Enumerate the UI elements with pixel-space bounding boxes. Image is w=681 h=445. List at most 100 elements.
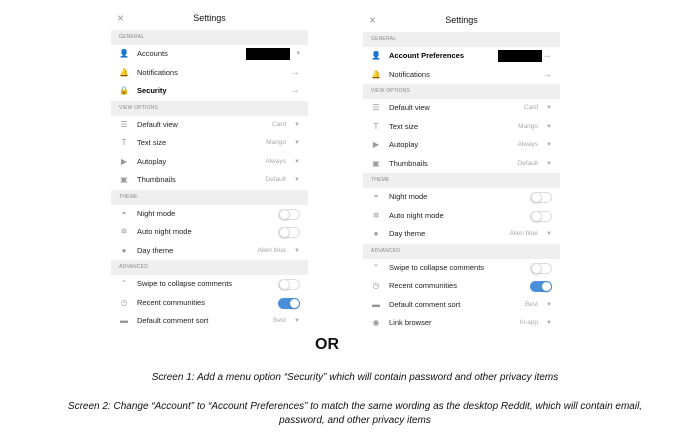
- setting-label: Security: [137, 86, 167, 95]
- setting-row-notifications[interactable]: 🔔 Notifications →: [111, 64, 308, 83]
- setting-label: Recent communities: [389, 281, 457, 290]
- collapse-icon: ⌃: [372, 262, 380, 272]
- setting-row-default-view[interactable]: ☰ Default view Card ▼: [111, 116, 308, 135]
- user-icon: 👤: [119, 49, 129, 58]
- setting-value[interactable]: Mango: [266, 134, 286, 153]
- play-icon: ▶: [120, 156, 128, 166]
- chevron-down-icon[interactable]: ▼: [546, 155, 552, 174]
- setting-row-auto-night-mode[interactable]: ✲ Auto night mode: [111, 223, 308, 242]
- setting-row-night-mode[interactable]: ◓ Night mode: [111, 205, 308, 224]
- setting-row-day-theme[interactable]: ● Day theme Alien blue ▼: [111, 242, 308, 261]
- setting-label: Swipe to collapse comments: [389, 262, 485, 272]
- toggle-switch[interactable]: [530, 281, 552, 292]
- chevron-down-icon[interactable]: ▾: [296, 45, 300, 64]
- chevron-down-icon[interactable]: ▼: [546, 296, 552, 315]
- setting-value[interactable]: Alien blue: [509, 225, 538, 244]
- list-icon: ☰: [120, 119, 128, 129]
- chevron-down-icon[interactable]: ▼: [546, 136, 552, 155]
- setting-value[interactable]: Card: [524, 99, 538, 118]
- moon-icon: ◓: [373, 192, 379, 201]
- setting-row-accounts[interactable]: 👤 Accounts ▾: [111, 45, 308, 64]
- setting-row-autoplay[interactable]: ▶ Autoplay Always ▼: [111, 153, 308, 172]
- bell-icon: 🔔: [371, 69, 381, 79]
- settings-screen-1: × Settings GENERAL 👤 Accounts ▾ 🔔 Notifications…: [111, 8, 308, 353]
- arrow-right-icon[interactable]: →: [542, 66, 552, 85]
- chevron-down-icon[interactable]: ▼: [294, 116, 300, 135]
- chevron-down-icon[interactable]: ▼: [294, 312, 300, 331]
- setting-row-thumbnails[interactable]: ▣ Thumbnails Default ▼: [363, 155, 560, 174]
- setting-row-default-view[interactable]: ☰ Default view Card ▼: [363, 99, 560, 118]
- setting-value[interactable]: Default: [265, 171, 286, 190]
- arrow-right-icon[interactable]: →: [290, 64, 300, 83]
- chevron-down-icon[interactable]: ▼: [294, 242, 300, 261]
- setting-label: Link browser: [389, 318, 432, 327]
- setting-label: Default comment sort: [137, 316, 209, 325]
- setting-row-text-size[interactable]: T Text size Mango ▼: [363, 118, 560, 137]
- setting-row-thumbnails[interactable]: ▣ Thumbnails Default ▼: [111, 171, 308, 190]
- chevron-down-icon[interactable]: ▼: [546, 118, 552, 137]
- setting-row-swipe-to-collapse-comments[interactable]: ⌃ Swipe to collapse comments: [111, 275, 308, 294]
- setting-row-swipe-to-collapse-comments[interactable]: ⌃ Swipe to collapse comments: [363, 259, 560, 278]
- toggle-switch[interactable]: [278, 227, 300, 238]
- chevron-down-icon[interactable]: ▼: [546, 99, 552, 118]
- chevron-down-icon[interactable]: ▼: [294, 134, 300, 153]
- section-header-general: GENERAL: [111, 30, 308, 45]
- toggle-switch[interactable]: [530, 262, 552, 274]
- setting-label: Autoplay: [389, 140, 419, 149]
- setting-row-night-mode[interactable]: ◓ Night mode: [363, 188, 560, 207]
- arrow-right-icon[interactable]: →: [290, 82, 300, 101]
- setting-value[interactable]: Default: [517, 155, 538, 174]
- section-header-view-options: VIEW OPTIONS: [363, 84, 560, 99]
- setting-label: Thumbnails: [137, 175, 176, 184]
- chevron-down-icon[interactable]: ▼: [546, 225, 552, 244]
- setting-value[interactable]: In-app: [520, 314, 538, 333]
- setting-label: Night mode: [389, 192, 428, 201]
- setting-row-recent-communities[interactable]: ◷ Recent communities: [111, 294, 308, 313]
- setting-row-link-browser[interactable]: ◉ Link browser In-app ▼: [363, 314, 560, 333]
- text-size-icon: T: [121, 138, 127, 147]
- setting-row-day-theme[interactable]: ● Day theme Alien blue ▼: [363, 225, 560, 244]
- setting-row-account-preferences[interactable]: 👤 Account Preferences →: [363, 47, 560, 66]
- setting-row-recent-communities[interactable]: ◷ Recent communities: [363, 277, 560, 296]
- setting-row-auto-night-mode[interactable]: ✲ Auto night mode: [363, 207, 560, 226]
- setting-row-text-size[interactable]: T Text size Mango ▼: [111, 134, 308, 153]
- setting-label: Auto night mode: [137, 227, 192, 236]
- chevron-down-icon[interactable]: ▼: [294, 153, 300, 172]
- settings-top-bar: × Settings: [111, 8, 308, 30]
- caption-screen-2: Screen 2: Change “Account” to “Account P…: [67, 401, 643, 426]
- settings-top-bar: × Settings: [363, 10, 560, 32]
- setting-row-default-comment-sort[interactable]: ▬ Default comment sort Best ▼: [363, 296, 560, 315]
- setting-value[interactable]: Alien blue: [257, 242, 286, 261]
- toggle-switch[interactable]: [278, 297, 300, 309]
- text-size-icon: T: [373, 121, 379, 131]
- setting-value[interactable]: Always: [265, 153, 286, 172]
- setting-label: Night mode: [137, 208, 176, 218]
- arrow-right-icon[interactable]: →: [542, 47, 552, 66]
- setting-label: Account Preferences: [389, 51, 465, 60]
- setting-value[interactable]: Card: [272, 116, 286, 135]
- setting-value[interactable]: Best: [273, 312, 286, 331]
- setting-value[interactable]: Best: [525, 296, 538, 315]
- clock-icon: ◷: [120, 297, 128, 307]
- toggle-switch[interactable]: [530, 210, 552, 222]
- settings-title: Settings: [445, 15, 478, 25]
- toggle-switch[interactable]: [278, 208, 300, 220]
- chevron-down-icon[interactable]: ▼: [546, 314, 552, 333]
- chevron-down-icon[interactable]: ▼: [294, 171, 300, 190]
- setting-row-notifications[interactable]: 🔔 Notifications →: [363, 66, 560, 85]
- setting-row-autoplay[interactable]: ▶ Autoplay Always ▼: [363, 136, 560, 155]
- settings-title: Settings: [193, 13, 226, 23]
- gear-icon: ✲: [372, 210, 380, 220]
- setting-row-default-comment-sort[interactable]: ▬ Default comment sort Best ▼: [111, 312, 308, 331]
- toggle-switch[interactable]: [278, 279, 300, 290]
- collapse-icon: ⌃: [120, 279, 128, 288]
- lock-icon: 🔒: [119, 86, 129, 95]
- setting-value[interactable]: Always: [517, 136, 538, 155]
- or-label: OR: [315, 336, 339, 353]
- redacted-username: [498, 50, 542, 62]
- section-header-theme: THEME: [363, 173, 560, 188]
- toggle-switch[interactable]: [530, 192, 552, 203]
- setting-value[interactable]: Mango: [518, 118, 538, 137]
- setting-row-security[interactable]: 🔒 Security →: [111, 82, 308, 101]
- browser-icon: ◉: [372, 318, 380, 327]
